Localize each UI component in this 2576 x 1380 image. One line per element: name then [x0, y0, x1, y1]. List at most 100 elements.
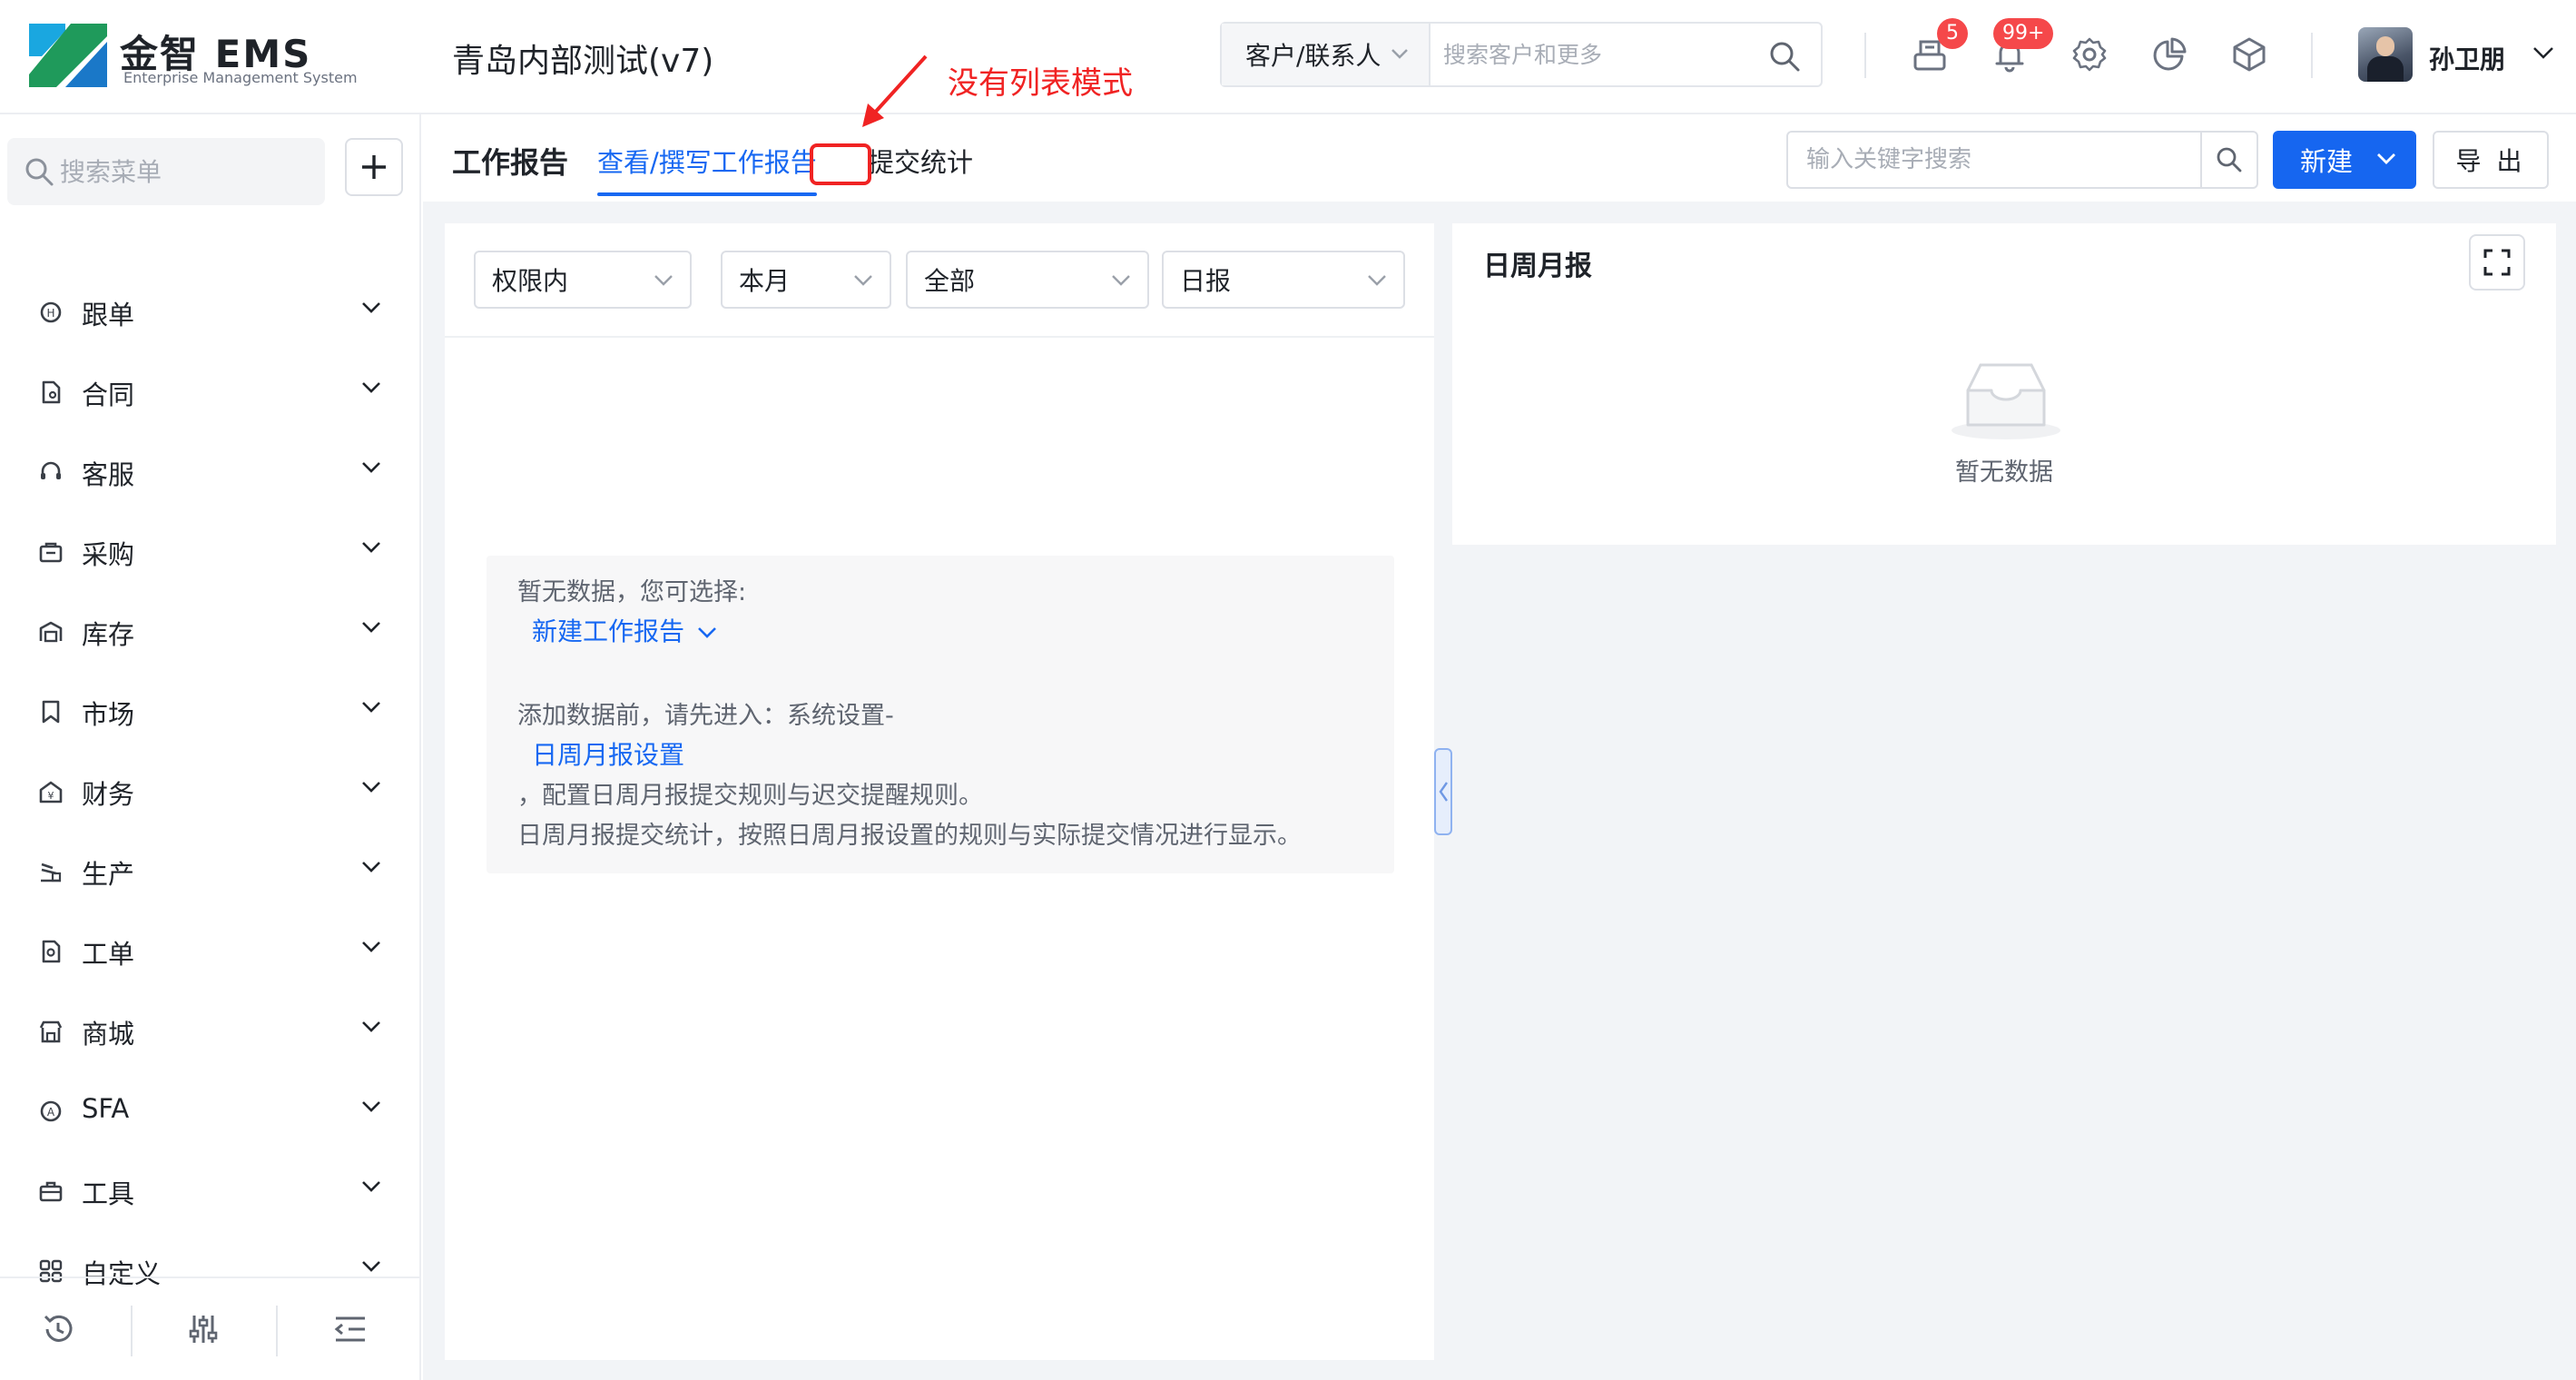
svg-text:¥: ¥ — [48, 790, 54, 802]
sidebar-item-label: 工具 — [82, 1178, 135, 1209]
plus-icon — [362, 155, 386, 179]
keyword-search-button[interactable] — [2200, 133, 2256, 187]
fullscreen-button[interactable] — [2469, 234, 2525, 291]
gear-icon — [2072, 37, 2107, 72]
sidebar-item-label: 市场 — [82, 699, 135, 730]
chevron-down-icon — [1112, 275, 1130, 286]
chevron-down-icon — [362, 382, 380, 393]
chevron-down-icon — [362, 1181, 380, 1192]
add-menu-button[interactable] — [345, 138, 403, 196]
logo-subtext: Enterprise Management System — [123, 69, 358, 86]
username[interactable]: 孙卫朋 — [2429, 40, 2505, 76]
filter-settings-button[interactable] — [183, 1309, 223, 1349]
menu-search-input[interactable] — [60, 138, 314, 205]
sidebar-item-store[interactable]: 商城 — [0, 991, 419, 1071]
sidebar-footer — [0, 1276, 419, 1380]
sidebar-item-inventory[interactable]: 库存 — [0, 592, 419, 672]
export-button[interactable]: 导 出 — [2433, 131, 2549, 189]
report-detail-panel: 日周月报 暂无数据 — [1452, 223, 2556, 545]
chevron-down-icon — [654, 275, 673, 286]
empty-state-card: 暂无数据，您可选择: 新建工作报告 添加数据前，请先进入：系统设置- 日周月报设… — [487, 556, 1394, 873]
chevron-down-icon — [1391, 49, 1408, 59]
apps-button[interactable] — [2229, 34, 2269, 74]
follow-icon: H — [40, 301, 62, 323]
panel-collapse-handle[interactable] — [1434, 748, 1452, 835]
report-settings-link[interactable]: 日周月报设置 — [532, 735, 684, 772]
keyword-search-input[interactable] — [1806, 133, 2188, 187]
sidebar-item-follow[interactable]: H 跟单 — [0, 272, 419, 352]
filter-period-select[interactable]: 本月 — [721, 251, 891, 309]
bookmark-icon — [42, 700, 60, 724]
sfa-icon: A — [40, 1100, 62, 1122]
filter-value: 全部 — [924, 266, 976, 296]
annotation-text: 没有列表模式 — [948, 65, 1133, 102]
svg-text:A: A — [47, 1106, 55, 1119]
history-icon — [44, 1315, 73, 1342]
new-button[interactable]: 新建 — [2273, 131, 2416, 189]
sidebar-item-production[interactable]: 生产 — [0, 832, 419, 912]
filter-report-type-select[interactable]: 日报 — [1162, 251, 1405, 309]
chevron-down-icon — [362, 1101, 380, 1112]
chevron-down-icon[interactable] — [2532, 45, 2554, 60]
collapse-sidebar-button[interactable] — [330, 1309, 370, 1349]
sidebar-item-contract[interactable]: 合同 — [0, 352, 419, 432]
search-scope-label: 客户/联系人 — [1245, 41, 1381, 71]
company-name[interactable]: 青岛内部测试(v7) — [452, 34, 713, 82]
annotation-arrow-icon — [862, 54, 928, 127]
empty-state-text: 日周月报提交统计，按照日周月报设置的规则与实际提交情况进行显示。 — [517, 822, 1302, 850]
search-icon[interactable] — [1768, 40, 1801, 73]
history-button[interactable] — [38, 1309, 78, 1349]
sidebar-item-market[interactable]: 市场 — [0, 672, 419, 752]
settings-button[interactable] — [2070, 34, 2109, 74]
sidebar-item-label: 合同 — [82, 380, 135, 410]
chevron-down-icon — [362, 941, 380, 952]
sidebar-item-purchase[interactable]: 采购 — [0, 512, 419, 592]
panel-title: 日周月报 — [1483, 251, 1592, 282]
sidebar-item-sfa[interactable]: A SFA — [0, 1071, 419, 1151]
chevron-down-icon — [362, 782, 380, 793]
warehouse-icon — [39, 621, 63, 643]
new-report-link[interactable]: 新建工作报告 — [532, 612, 717, 648]
filter-value: 日报 — [1180, 266, 1232, 296]
sidebar-item-label: 客服 — [82, 459, 135, 490]
sliders-icon — [189, 1316, 218, 1343]
logo[interactable]: 金智 EMS Enterprise Management System — [29, 24, 358, 91]
sidebar-item-tools[interactable]: 工具 — [0, 1151, 419, 1231]
finance-icon: ¥ — [39, 781, 63, 803]
collapse-menu-icon — [334, 1316, 365, 1342]
tab-submit-stats[interactable]: 提交统计 — [868, 142, 973, 180]
search-scope-select[interactable]: 客户/联系人 — [1222, 24, 1431, 85]
sidebar-item-workorder[interactable]: 工单 — [0, 912, 419, 991]
chevron-down-icon — [362, 1021, 380, 1032]
header-divider — [2311, 33, 2313, 78]
sidebar-item-label: SFA — [82, 1093, 130, 1124]
filter-bar: 权限内 本月 全部 日报 — [445, 223, 1434, 338]
annotation-highlight-box — [810, 143, 871, 185]
sidebar-item-finance[interactable]: ¥ 财务 — [0, 752, 419, 832]
sidebar-item-label: 商城 — [82, 1019, 135, 1050]
cube-icon — [2233, 37, 2266, 72]
report-list-panel: 权限内 本月 全部 日报 暂无数据，您可选择: 新建工作报告 添加数据前，请先进… — [445, 223, 1434, 1360]
chevron-down-icon — [2377, 153, 2395, 164]
filter-permission-select[interactable]: 权限内 — [474, 251, 692, 309]
purchase-icon — [39, 542, 63, 563]
avatar[interactable] — [2358, 27, 2413, 82]
sidebar-item-label: 采购 — [82, 539, 135, 570]
reports-button[interactable] — [2149, 34, 2189, 74]
sidebar-item-label: 工单 — [82, 939, 135, 970]
tab-view-write-report[interactable]: 查看/撰写工作报告 — [597, 142, 817, 196]
global-search-input[interactable] — [1443, 24, 1752, 85]
filter-value: 本月 — [739, 266, 791, 296]
notification-badge: 99+ — [1993, 18, 2054, 49]
page-title: 工作报告 — [452, 145, 569, 180]
logo-mark-icon — [29, 24, 107, 87]
sidebar-menu: H 跟单 合同 客服 采购 库存 市场 ¥ 财务 生产 工单 商城 A SFA … — [0, 272, 419, 1311]
header-divider — [1864, 33, 1866, 78]
chevron-down-icon — [362, 462, 380, 473]
contract-icon — [42, 380, 61, 404]
sidebar-item-service[interactable]: 客服 — [0, 432, 419, 512]
filter-status-select[interactable]: 全部 — [906, 251, 1149, 309]
empty-box-icon — [1952, 363, 2060, 439]
empty-state-text: 暂无数据 — [1955, 458, 2053, 487]
menu-search — [7, 138, 325, 205]
